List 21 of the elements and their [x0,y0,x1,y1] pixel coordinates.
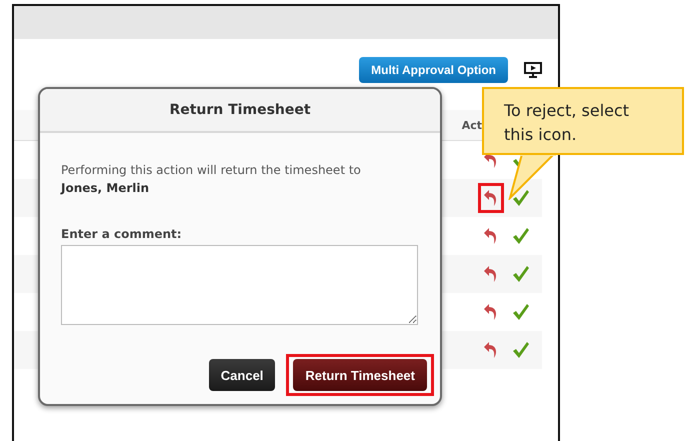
undo-arrow-icon[interactable] [483,264,499,284]
checkmark-icon[interactable] [512,227,530,245]
multi-approval-button[interactable]: Multi Approval Option [359,57,508,83]
comment-label: Enter a comment: [61,227,183,241]
checkmark-icon[interactable] [512,189,530,207]
checkmark-icon[interactable] [512,341,530,359]
employee-name: Jones, Merlin [61,181,150,195]
undo-arrow-icon[interactable] [483,340,499,360]
return-timesheet-button[interactable]: Return Timesheet [293,359,427,391]
undo-arrow-icon[interactable] [483,188,499,208]
undo-arrow-icon[interactable] [483,302,499,322]
undo-arrow-icon[interactable] [483,226,499,246]
monitor-play-icon[interactable] [524,62,542,78]
dialog-title: Return Timesheet [169,102,311,118]
checkmark-icon[interactable] [512,303,530,321]
actions-header: Act [462,118,482,132]
dialog-message: Performing this action will return the timesheet to [61,162,362,179]
cancel-button[interactable]: Cancel [208,359,276,391]
checkmark-icon[interactable] [512,265,530,283]
comment-field[interactable] [61,245,418,325]
callout-pointer-tooltip [508,154,558,200]
